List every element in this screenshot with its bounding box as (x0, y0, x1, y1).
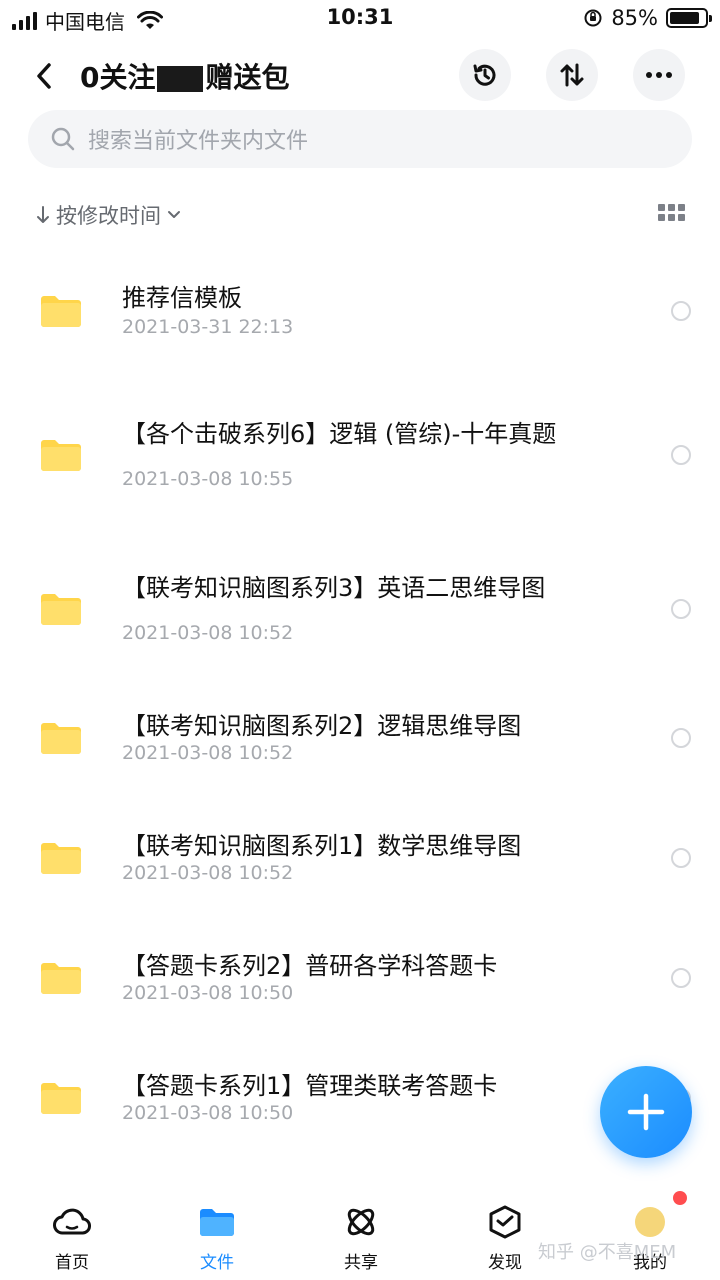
tab-files-label: 文件 (200, 1253, 234, 1273)
folder-icon (41, 1083, 81, 1114)
watermark: 知乎 @不喜MEM (538, 1242, 677, 1263)
sort-label: 按修改时间 (56, 204, 161, 228)
folder-icon (41, 440, 81, 471)
search-icon (51, 127, 75, 151)
folder-icon (200, 1209, 234, 1236)
battery-icon (666, 8, 712, 28)
atom-share-icon (347, 1208, 375, 1236)
file-date: 2021-03-08 10:50 (122, 1102, 294, 1124)
file-date: 2021-03-08 10:52 (122, 742, 294, 764)
search-placeholder: 搜索当前文件夹内文件 (88, 129, 309, 154)
tab-share-label: 共享 (344, 1253, 378, 1273)
tab-share[interactable]: 共享 (311, 1202, 411, 1273)
screen: 中国电信 10:31 85% 0关注 赠送包 搜索当前文件夹内文件 按修改时间 … (0, 0, 720, 1280)
page-title: 0关注 赠送包 (80, 56, 290, 96)
file-name: 【联考知识脑图系列1】数学思维导图 (122, 832, 522, 860)
select-radio[interactable] (671, 301, 691, 321)
folder-icon (41, 963, 81, 994)
file-date: 2021-03-08 10:52 (122, 862, 294, 884)
file-date: 2021-03-08 10:55 (122, 468, 294, 490)
select-radio[interactable] (671, 728, 691, 748)
file-list: 推荐信模板 2021-03-31 22:13 【各个击破系列6】逻辑 (管综)-十年… (0, 238, 720, 1190)
tab-home[interactable]: 首页 (22, 1202, 122, 1273)
select-radio[interactable] (671, 599, 691, 619)
plus-icon (627, 1093, 665, 1131)
status-right: 85% (583, 6, 712, 30)
search-input[interactable]: 搜索当前文件夹内文件 (28, 110, 692, 168)
back-button[interactable] (26, 56, 62, 96)
battery-fill (670, 12, 699, 24)
chevron-left-icon (37, 63, 51, 89)
status-bar: 中国电信 10:31 85% (0, 0, 720, 38)
orientation-lock-icon (584, 9, 602, 27)
chevron-down-icon (168, 211, 180, 218)
tab-home-label: 首页 (55, 1253, 89, 1273)
title-left: 0关注 (80, 61, 156, 94)
file-name: 【各个击破系列6】逻辑 (管综)-十年真题 (122, 420, 557, 448)
file-name: 【联考知识脑图系列3】英语二思维导图 (122, 574, 546, 602)
cloud-icon (53, 1208, 91, 1235)
file-name: 【答题卡系列1】管理类联考答题卡 (122, 1072, 498, 1100)
sort-bar: 按修改时间 (0, 190, 720, 238)
file-date: 2021-03-31 22:13 (122, 316, 294, 338)
arrow-down-icon (37, 206, 49, 223)
sort-arrows-icon (560, 63, 584, 87)
header: 0关注 赠送包 (0, 44, 720, 108)
history-button[interactable] (459, 49, 511, 101)
folder-icon (41, 296, 81, 327)
folder-icon (41, 843, 81, 874)
file-date: 2021-03-08 10:52 (122, 622, 294, 644)
box-discover-icon (489, 1205, 521, 1239)
file-name: 推荐信模板 (122, 284, 242, 312)
select-radio[interactable] (671, 445, 691, 465)
add-button[interactable] (600, 1066, 692, 1158)
select-radio[interactable] (671, 848, 691, 868)
folder-icon (41, 594, 81, 625)
redaction-block (157, 66, 204, 92)
file-date: 2021-03-08 10:50 (122, 982, 294, 1004)
more-button[interactable] (633, 49, 685, 101)
select-radio[interactable] (671, 968, 691, 988)
notification-dot (673, 1191, 687, 1205)
folder-icon (41, 723, 81, 754)
title-right: 赠送包 (205, 61, 290, 94)
more-dots-icon (646, 72, 672, 78)
sort-dropdown[interactable]: 按修改时间 (36, 200, 181, 230)
tab-files[interactable]: 文件 (167, 1202, 267, 1273)
sort-button[interactable] (546, 49, 598, 101)
avatar-icon (635, 1191, 687, 1237)
file-name: 【答题卡系列2】普研各学科答题卡 (122, 952, 498, 980)
file-name: 【联考知识脑图系列2】逻辑思维导图 (122, 712, 522, 740)
tab-bar: 首页 文件 共享 发现 我的 (0, 1191, 720, 1280)
history-icon (473, 64, 496, 86)
grid-view-icon[interactable] (658, 204, 686, 224)
battery-percent: 85% (611, 6, 658, 30)
